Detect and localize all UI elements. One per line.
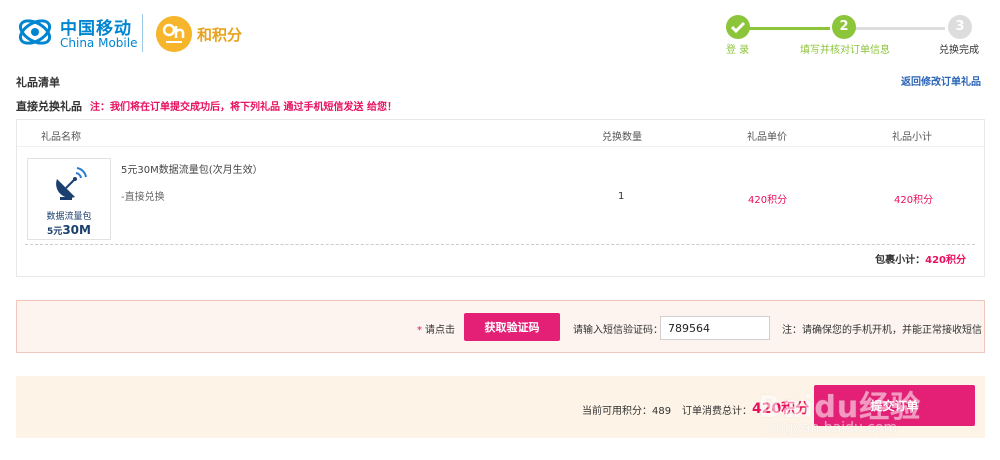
gift-unit-price: 420积分 [748,195,788,206]
column-header-subtotal: 礼品小计 [892,132,932,143]
thumbnail-label: 数据流量包 [46,212,92,222]
progress-steps: 2 3 登 录 填写并核对订单信息 兑换完成 [700,12,1000,62]
submit-order-button[interactable]: 提交订单 [814,385,975,426]
step-connector-1 [740,27,830,30]
satellite-dish-icon [56,167,87,200]
column-header-qty: 兑换数量 [602,132,642,143]
package-subtotal-label: 包裹小计： [875,255,926,266]
direct-exchange-note: 注：我们将在订单提交成功后，将下列礼品 通过手机短信发送 给您！ [90,102,397,113]
step-connector-2 [855,27,945,30]
return-modify-link[interactable]: 返回修改订单礼品 [901,73,981,88]
page-header: 中国移动 China Mobile 和积分 2 3 登 录 填写并核对订单信息 … [0,0,1000,68]
verify-prompt-text: 请点击 [425,325,455,336]
sms-code-label: 请输入短信验证码： [573,325,663,336]
china-mobile-logo-icon [18,19,52,45]
package-subtotal: 包裹小计：420积分 [875,251,966,266]
direct-exchange-title: 直接兑换礼品 [16,100,82,113]
brand-name-en: China Mobile [60,36,138,50]
points-brand: 和积分 [197,26,243,44]
thumbnail-price-prefix: 5元 [47,227,63,237]
get-code-button[interactable]: 获取验证码 [464,313,560,341]
step-1-marker [726,15,750,39]
column-header-price: 礼品单价 [747,132,787,143]
step-2-marker: 2 [832,15,856,39]
gift-exchange-method: -直接兑换 [121,192,165,203]
logo-divider [142,14,143,52]
gift-thumbnail[interactable]: 数据流量包 5元30M [27,158,111,240]
gift-qty: 1 [618,191,625,202]
verify-prompt: * 请点击 [417,321,455,336]
step-1-label: 登 录 [726,45,750,56]
and-logo-icon [156,16,192,52]
sms-verification-panel: *请点击 获取验证码 请输入短信验证码： 注：请确保您的手机开机，并能正常接收短… [16,300,985,353]
order-total-value: 420积分 [752,401,810,417]
gift-subtotal: 420积分 [894,195,934,206]
required-star: * [417,325,422,336]
step-3-label: 兑换完成 [939,45,979,56]
order-total-label: 订单消费总计： [682,406,752,417]
thumbnail-price-main: 30M [62,223,91,237]
order-summary-bar: 当前可用积分：489 订单消费总计： 420积分 提交订单 [16,376,985,438]
available-points: 当前可用积分：489 [582,406,672,417]
header-divider [17,146,984,147]
package-subtotal-value: 420积分 [925,255,966,266]
step-3-marker: 3 [948,15,972,39]
gift-name[interactable]: 5元30M数据流量包(次月生效） [121,161,263,176]
column-header-name: 礼品名称 [41,132,81,143]
thumbnail-price: 5元30M [28,223,110,237]
gift-list-title: 礼品清单 [16,76,60,89]
check-icon [730,21,746,34]
sms-note: 注：请确保您的手机开机，并能正常接收短信 [782,325,982,336]
step-2-label: 填写并核对订单信息 [800,45,890,56]
dashed-divider [25,244,975,245]
gift-table: 礼品名称 兑换数量 礼品单价 礼品小计 数据流量包 5元30M 5元30M数据流… [16,119,985,277]
sms-code-input[interactable] [660,316,770,340]
